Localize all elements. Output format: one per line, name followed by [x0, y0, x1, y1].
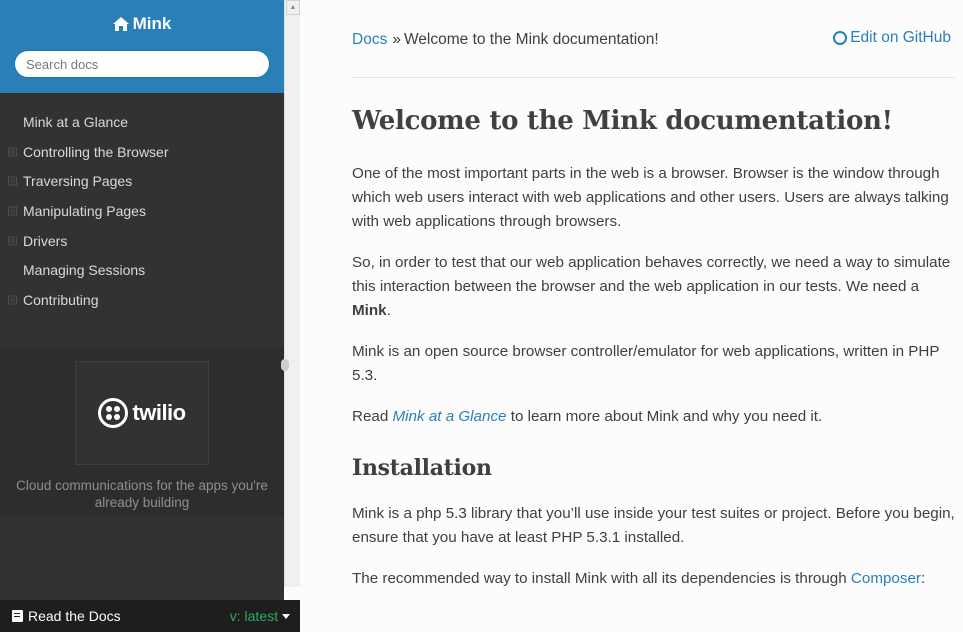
breadcrumb: Docs» Welcome to the Mink documentation! … [352, 0, 955, 78]
sidebar-item-label: Managing Sessions [23, 262, 146, 279]
page-title: Welcome to the Mink documentation! [352, 106, 893, 136]
version-bar[interactable]: Read the Docs v: latest [0, 600, 300, 632]
expand-icon[interactable]: ⊞ [8, 206, 17, 216]
sidebar-item-mink-at-a-glance[interactable]: Mink at a Glance [0, 107, 284, 137]
sponsor-text-line: already building [94, 495, 190, 510]
sidebar-item-traversing-pages[interactable]: ⊞ Traversing Pages [0, 166, 284, 196]
paragraph-text: The recommended way to install Mink with… [352, 570, 851, 587]
edit-on-github-link[interactable]: Edit on GitHub [833, 29, 951, 47]
sidebar-item-contributing[interactable]: ⊞ Contributing [0, 285, 284, 315]
version-selector[interactable]: v: latest [230, 608, 290, 624]
paragraph-text: Read [352, 408, 393, 425]
home-icon [112, 17, 129, 31]
about-paragraph: Mink is an open source browser controlle… [352, 343, 940, 384]
sidebar: Mink Mink at a Glance ⊞ Controlling the B… [0, 0, 284, 632]
scroll-up-arrow-icon[interactable]: ▲ [286, 0, 300, 15]
composer-paragraph: The recommended way to install Mink with… [352, 567, 955, 591]
sidebar-item-controlling-the-browser[interactable]: ⊞ Controlling the Browser [0, 137, 284, 167]
breadcrumb-docs-link[interactable]: Docs [352, 31, 387, 48]
expand-icon[interactable]: ⊞ [8, 295, 17, 305]
installation-paragraph: Mink is a php 5.3 library that you’ll us… [352, 505, 955, 546]
testing-paragraph: So, in order to test that our web applic… [352, 251, 955, 323]
sidebar-scrollbar[interactable]: ▲ [281, 0, 300, 587]
sidebar-item-label: Mink at a Glance [23, 113, 129, 130]
paragraph-text: . [386, 302, 391, 319]
search-input[interactable] [14, 50, 270, 78]
sidebar-item-drivers[interactable]: ⊞ Drivers [0, 226, 284, 256]
sidebar-item-label: Drivers [23, 232, 68, 249]
sidebar-item-label: Contributing [23, 291, 99, 308]
installation-heading: Installation [352, 455, 492, 481]
composer-link[interactable]: Composer [851, 570, 921, 587]
sidebar-item-label: Traversing Pages [23, 173, 133, 190]
expand-icon[interactable]: ⊞ [8, 236, 17, 246]
sidebar-menu: Mink at a Glance ⊞ Controlling the Browse… [0, 93, 284, 315]
sidebar-item-managing-sessions[interactable]: Managing Sessions [0, 255, 284, 285]
read-the-docs-label[interactable]: Read the Docs [12, 608, 121, 624]
breadcrumb-separator: » [392, 31, 401, 48]
sponsor-logo[interactable]: twilio [75, 361, 209, 465]
mink-at-a-glance-link[interactable]: Mink at a Glance [393, 408, 507, 425]
paragraph-text: So, in order to test that our web applic… [352, 254, 951, 295]
sidebar-item-label: Manipulating Pages [23, 202, 146, 219]
sponsor-text-line: Cloud communications for the apps you're [16, 478, 268, 493]
read-the-docs-text: Read the Docs [28, 608, 121, 624]
brand-title: Mink [132, 14, 172, 33]
sponsor-ad[interactable]: twilio Cloud communications for the apps… [0, 347, 284, 517]
edit-on-github-text: Edit on GitHub [850, 29, 951, 46]
read-more-paragraph: Read Mink at a Glance to learn more abou… [352, 405, 955, 429]
sidebar-item-label: Controlling the Browser [23, 143, 169, 160]
expand-icon[interactable]: ⊞ [8, 176, 17, 186]
breadcrumb-current: Welcome to the Mink documentation! [403, 31, 659, 48]
twilio-icon [98, 398, 129, 428]
expand-icon[interactable]: ⊞ [8, 147, 17, 157]
mink-strong: Mink [352, 302, 387, 319]
paragraph-text: to learn more about Mink and why you nee… [506, 408, 823, 425]
home-link[interactable]: Mink [112, 14, 172, 34]
github-icon [833, 31, 848, 45]
scroll-thumb[interactable] [281, 359, 289, 371]
intro-paragraph: One of the most important parts in the w… [352, 165, 949, 230]
caret-down-icon [282, 613, 290, 619]
sponsor-text[interactable]: Cloud communications for the apps you're… [0, 477, 284, 511]
main-content: Docs» Welcome to the Mink documentation! … [352, 0, 955, 591]
version-text: v: latest [229, 608, 278, 624]
book-icon [12, 610, 23, 622]
sponsor-logo-text: twilio [132, 400, 186, 425]
sidebar-header: Mink [0, 0, 284, 93]
sidebar-item-manipulating-pages[interactable]: ⊞ Manipulating Pages [0, 196, 284, 226]
paragraph-text: : [920, 570, 926, 587]
